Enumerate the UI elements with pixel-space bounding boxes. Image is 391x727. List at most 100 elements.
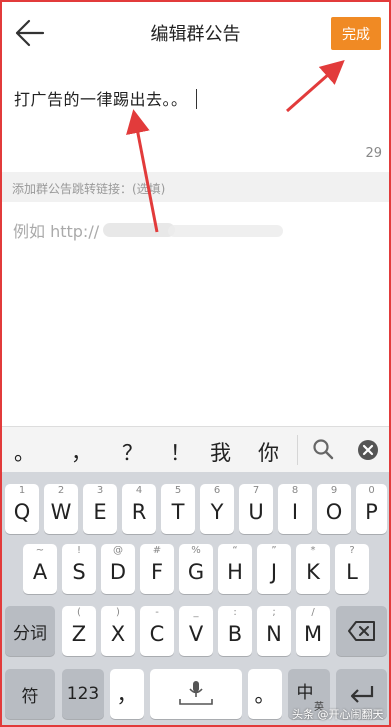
key-c[interactable]: -C <box>140 606 174 656</box>
key-hint: @ <box>113 545 123 556</box>
key-hint: 7 <box>252 485 260 496</box>
key-label: K <box>306 560 320 584</box>
key-hint: % <box>191 545 201 556</box>
key-hint: ! <box>76 545 81 556</box>
key-hint: _ <box>193 607 199 618</box>
period-key[interactable]: 。 <box>248 669 282 719</box>
link-input[interactable]: 例如 http:// <box>13 218 99 242</box>
candidate-item[interactable]: 我 <box>210 437 231 467</box>
key-t[interactable]: 5T <box>161 484 195 534</box>
candidate-item[interactable]: 你 <box>258 437 279 467</box>
key-hint: “ <box>232 545 238 556</box>
key-label: ， <box>116 683 138 707</box>
key-label: J <box>270 560 278 584</box>
candidate-item[interactable]: ！ <box>170 437 191 467</box>
key-label: 。 <box>254 683 276 707</box>
segment-key[interactable]: 分词 <box>5 606 55 656</box>
key-label: O <box>325 500 343 524</box>
key-hint: : <box>233 607 237 618</box>
keyboard: 1Q 2W 3E 4R 5T 6Y 7U 8I 9O 0P ~ A ! S @ D #… <box>0 472 391 727</box>
number-key[interactable]: 123 <box>62 669 104 719</box>
key-g[interactable]: % G <box>179 544 213 594</box>
key-label: 中 <box>296 682 314 703</box>
key-label: Q <box>13 500 31 524</box>
key-hint: / <box>311 607 315 618</box>
key-a[interactable]: ~ A <box>23 544 57 594</box>
key-b[interactable]: :B <box>218 606 252 656</box>
key-p[interactable]: 0P <box>356 484 387 534</box>
key-hint: * <box>310 545 316 556</box>
link-label: 添加群公告跳转链接：(选填) <box>12 182 166 196</box>
key-d[interactable]: @ D <box>101 544 135 594</box>
key-hint: ? <box>349 545 355 556</box>
key-label: 分词 <box>13 623 47 644</box>
search-button[interactable] <box>312 438 334 460</box>
key-label: B <box>227 622 243 646</box>
key-u[interactable]: 7U <box>239 484 273 534</box>
key-label: M <box>303 622 323 646</box>
backspace-key[interactable] <box>336 606 387 656</box>
key-hint: 4 <box>135 485 143 496</box>
key-x[interactable]: ) X <box>101 606 135 656</box>
key-f[interactable]: # F <box>140 544 174 594</box>
clear-button[interactable] <box>357 439 379 461</box>
key-w[interactable]: 2W <box>44 484 78 534</box>
key-label: 符 <box>21 686 39 707</box>
char-count: 29 <box>365 146 382 161</box>
key-h[interactable]: “H <box>218 544 252 594</box>
key-s[interactable]: ! S <box>62 544 96 594</box>
key-n[interactable]: ; N <box>257 606 291 656</box>
key-hint: ) <box>116 607 120 618</box>
symbol-key[interactable]: 符 <box>5 669 55 719</box>
key-z[interactable]: (Z <box>62 606 96 656</box>
key-label: T <box>171 500 185 524</box>
key-r[interactable]: 4R <box>122 484 156 534</box>
key-label: L <box>346 560 358 584</box>
key-label: U <box>248 500 264 524</box>
watermark: 头条 @开心闹翻天 <box>292 708 384 721</box>
comma-key[interactable]: ， <box>110 669 144 719</box>
announcement-text[interactable]: 打广告的一律踢出去。。 <box>14 86 197 110</box>
key-q[interactable]: 1Q <box>5 484 39 534</box>
key-label: Z <box>71 622 87 646</box>
key-label: C <box>149 622 165 646</box>
candidate-item[interactable]: 。 <box>14 437 35 467</box>
space-key[interactable] <box>150 669 242 719</box>
key-i[interactable]: 8I <box>278 484 312 534</box>
key-label: P <box>365 500 378 524</box>
key-v[interactable]: _ V <box>179 606 213 656</box>
key-k[interactable]: * K <box>296 544 330 594</box>
key-label: I <box>291 500 299 524</box>
key-hint: ” <box>271 545 277 556</box>
key-l[interactable]: ? L <box>335 544 369 594</box>
key-hint: ( <box>77 607 81 618</box>
link-input-area[interactable]: 例如 http:// <box>0 202 391 426</box>
candidate-item[interactable]: ？ <box>122 437 143 467</box>
key-label: H <box>227 560 243 584</box>
key-label: E <box>93 500 107 524</box>
key-label: N <box>266 622 282 646</box>
key-hint: 3 <box>96 485 104 496</box>
key-label: G <box>187 560 205 584</box>
key-label: S <box>72 560 86 584</box>
announcement-content: 打广告的一律踢出去。。 <box>14 90 188 109</box>
key-m[interactable]: / M <box>296 606 330 656</box>
done-button[interactable]: 完成 <box>331 17 381 50</box>
header-bar: 编辑群公告 完成 <box>0 0 391 66</box>
key-hint: 8 <box>291 485 299 496</box>
key-e[interactable]: 3E <box>83 484 117 534</box>
blurred-link-text <box>103 223 175 237</box>
key-label: D <box>109 560 127 584</box>
key-o[interactable]: 9O <box>317 484 351 534</box>
candidate-item[interactable]: ， <box>71 437 92 467</box>
announcement-editor[interactable]: 打广告的一律踢出去。。 29 <box>0 66 391 170</box>
key-j[interactable]: ” J <box>257 544 291 594</box>
candidate-bar: 。 ， ？ ！ 我 你 <box>0 426 391 472</box>
blurred-link-text <box>168 225 283 237</box>
close-circle-icon <box>358 440 378 460</box>
key-hint: ; <box>272 607 276 618</box>
text-caret <box>195 89 197 109</box>
key-label: R <box>131 500 147 524</box>
key-y[interactable]: 6Y <box>200 484 234 534</box>
link-label-bar: 添加群公告跳转链接：(选填) <box>0 172 391 202</box>
